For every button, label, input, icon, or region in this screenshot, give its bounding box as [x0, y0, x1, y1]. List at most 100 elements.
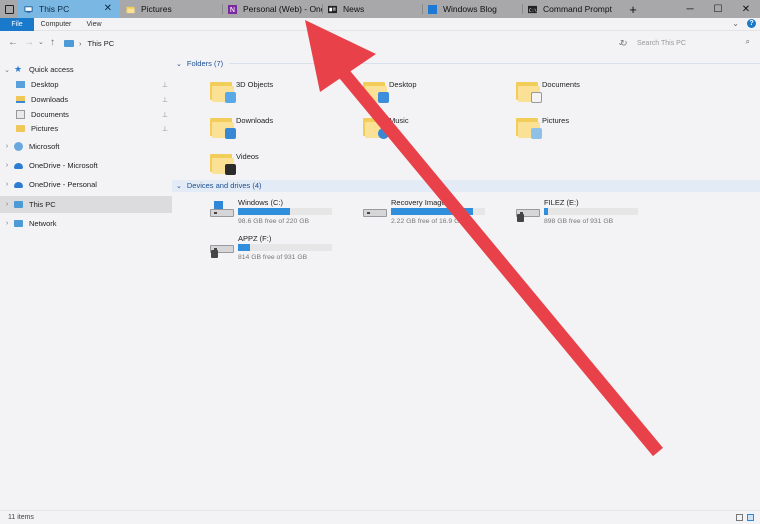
folders-group-header[interactable]: ⌄ Folders (7) [176, 58, 760, 69]
breadcrumb-this-pc[interactable]: This PC [88, 39, 115, 48]
drive-recovery[interactable]: Recovery Image ( 2.22 GB free of 16.9 G [361, 196, 511, 228]
pictures-folder-icon [16, 125, 25, 132]
drive-name: APPZ (F:) [238, 234, 272, 243]
pin-icon: ⊥ [161, 125, 168, 133]
address-bar: ← → ⌄ ↑ › This PC ⌄ ↻ Search This PC ⌕ [0, 33, 760, 53]
svg-text:C:\: C:\ [529, 7, 537, 13]
drive-filez-e[interactable]: FILEZ (E:) 898 GB free of 931 GB [514, 196, 664, 228]
hard-drive-icon [361, 200, 387, 222]
drive-free-space: 98.6 GB free of 220 GB [238, 218, 310, 225]
tab-bar: This PC ✕ Pictures N Personal (Web) - On… [0, 0, 760, 18]
sidebar-item-onedrive-microsoft[interactable]: › OneDrive - Microsoft [0, 157, 172, 174]
drive-usage-bar [238, 208, 332, 215]
item-count: 11 items [8, 514, 34, 521]
ribbon-tab-view[interactable]: View [80, 18, 108, 31]
devices-group-header[interactable]: ⌄ Devices and drives (4) [176, 180, 760, 191]
tab-command-prompt[interactable]: C:\ Command Prompt [522, 0, 622, 18]
folder-downloads[interactable]: Downloads [210, 112, 350, 146]
pictures-folder-icon [516, 114, 542, 139]
help-icon[interactable]: ? [747, 19, 756, 28]
network-icon [14, 220, 23, 227]
chevron-right-icon[interactable]: › [0, 181, 14, 188]
videos-folder-icon [210, 150, 236, 175]
folder-name: Music [389, 116, 409, 125]
this-pc-icon [24, 5, 33, 13]
folder-desktop[interactable]: Desktop [363, 76, 503, 110]
details-view-icon[interactable] [736, 514, 743, 521]
tab-news[interactable]: News [322, 0, 422, 18]
folder-icon [126, 6, 135, 13]
folder-name: Documents [542, 80, 580, 89]
drive-free-space: 814 GB free of 931 GB [238, 254, 308, 261]
pin-icon: ⊥ [161, 81, 168, 89]
drive-usage-fill [544, 208, 548, 215]
ribbon-tab-file[interactable]: File [0, 18, 34, 31]
minimize-button[interactable]: ─ [676, 0, 704, 18]
maximize-button[interactable]: ☐ [704, 0, 732, 18]
sidebar-item-this-pc[interactable]: › This PC [0, 196, 172, 213]
folder-name: Desktop [389, 80, 417, 89]
drive-free-space: 898 GB free of 931 GB [544, 218, 614, 225]
folder-videos[interactable]: Videos [210, 148, 350, 182]
drive-name: Recovery Image ( [391, 198, 451, 207]
new-tab-button[interactable]: + [622, 0, 644, 18]
search-icon: ⌕ [745, 37, 750, 46]
folder-3d-objects[interactable]: 3D Objects [210, 76, 350, 110]
view-toggle [736, 514, 754, 521]
tab-pictures[interactable]: Pictures [120, 0, 222, 18]
sidebar-item-onedrive-personal[interactable]: › OneDrive - Personal [0, 176, 172, 193]
chevron-down-icon[interactable]: ⌄ [0, 66, 14, 74]
up-button[interactable]: ↑ [50, 37, 55, 48]
ribbon-tab-computer[interactable]: Computer [38, 18, 74, 31]
forward-button[interactable]: → [24, 37, 34, 48]
tab-label: Pictures [141, 4, 172, 14]
sidebar-item-microsoft[interactable]: › Microsoft [0, 138, 172, 155]
tab-this-pc[interactable]: This PC ✕ [18, 0, 120, 18]
address-field[interactable]: › This PC ⌄ [64, 36, 630, 50]
chevron-right-icon[interactable]: › [0, 201, 14, 208]
drive-name: Windows (C:) [238, 198, 284, 207]
close-tab-icon[interactable]: ✕ [104, 3, 112, 14]
tab-label: Command Prompt [543, 4, 612, 14]
chevron-right-icon[interactable]: › [0, 162, 14, 169]
folder-documents[interactable]: Documents [516, 76, 656, 110]
sidebar-item-label: Network [29, 219, 57, 228]
sidebar-item-network[interactable]: › Network [0, 215, 172, 232]
file-view: ⌄ Folders (7) 3D Objects Desktop Documen… [172, 56, 760, 510]
search-input[interactable]: Search This PC ⌕ [632, 36, 754, 50]
drive-usage-fill [391, 208, 473, 215]
refresh-icon[interactable]: ↻ [620, 38, 628, 49]
chevron-down-icon: ⌄ [176, 60, 182, 68]
downloads-folder-icon [16, 96, 25, 103]
chevron-right-icon[interactable]: › [0, 143, 14, 150]
drive-appz-f[interactable]: APPZ (F:) 814 GB free of 931 GB [208, 232, 358, 264]
tab-overview-icon[interactable] [0, 0, 18, 18]
group-divider [229, 63, 760, 64]
folder-name: Videos [236, 152, 259, 161]
tab-onenote[interactable]: N Personal (Web) - One [222, 0, 322, 18]
large-icons-view-icon[interactable] [747, 514, 754, 521]
desktop-icon [16, 81, 25, 88]
windows-icon [428, 4, 437, 14]
status-bar: 11 items [0, 510, 760, 524]
folder-music[interactable]: Music [363, 112, 503, 146]
folder-pictures[interactable]: Pictures [516, 112, 656, 146]
onedrive-cloud-icon [14, 181, 23, 188]
recent-locations-icon[interactable]: ⌄ [38, 38, 44, 46]
close-window-button[interactable]: ✕ [732, 0, 760, 18]
chevron-right-icon[interactable]: › [0, 220, 14, 227]
back-button[interactable]: ← [8, 37, 18, 48]
navigation-pane: ⌄ ★ Quick access Desktop ⊥ Downloads ⊥ D… [0, 56, 172, 510]
drive-windows-c[interactable]: Windows (C:) 98.6 GB free of 220 GB [208, 196, 358, 228]
expand-ribbon-icon[interactable]: ⌄ [732, 19, 739, 28]
pin-icon: ⊥ [161, 111, 168, 119]
news-icon [328, 5, 337, 13]
this-pc-icon [64, 39, 74, 47]
documents-folder-icon [516, 78, 542, 103]
sidebar-item-label: OneDrive - Personal [29, 180, 97, 189]
sidebar-item-pictures[interactable]: Pictures ⊥ [0, 120, 172, 137]
tab-windows-blog[interactable]: Windows Blog [422, 0, 522, 18]
drive-name: FILEZ (E:) [544, 198, 579, 207]
drive-usage-fill [238, 244, 251, 251]
sidebar-item-label: Microsoft [29, 142, 60, 151]
